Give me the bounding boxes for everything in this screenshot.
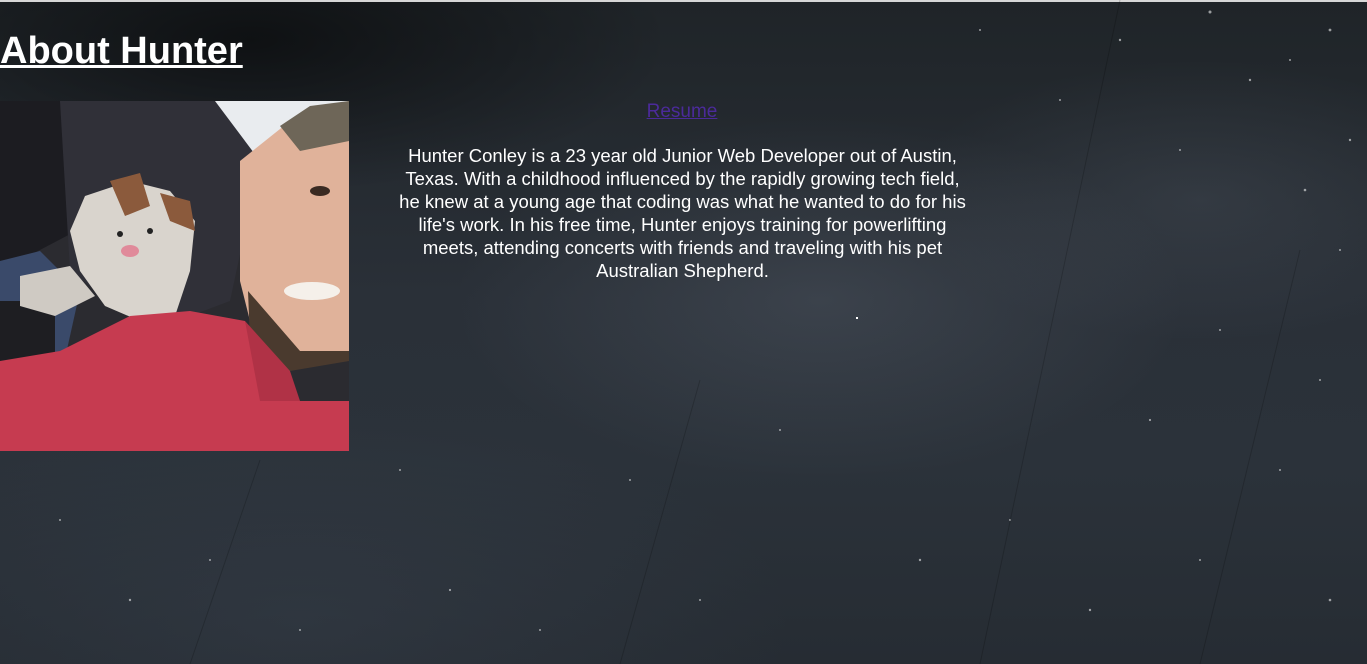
top-rule bbox=[0, 0, 1367, 2]
resume-link[interactable]: Resume bbox=[600, 100, 764, 124]
page-title: About Hunter bbox=[0, 30, 243, 72]
profile-photo bbox=[0, 101, 349, 451]
stray-dot bbox=[856, 317, 858, 319]
bio-paragraph: Hunter Conley is a 23 year old Junior We… bbox=[399, 145, 966, 281]
